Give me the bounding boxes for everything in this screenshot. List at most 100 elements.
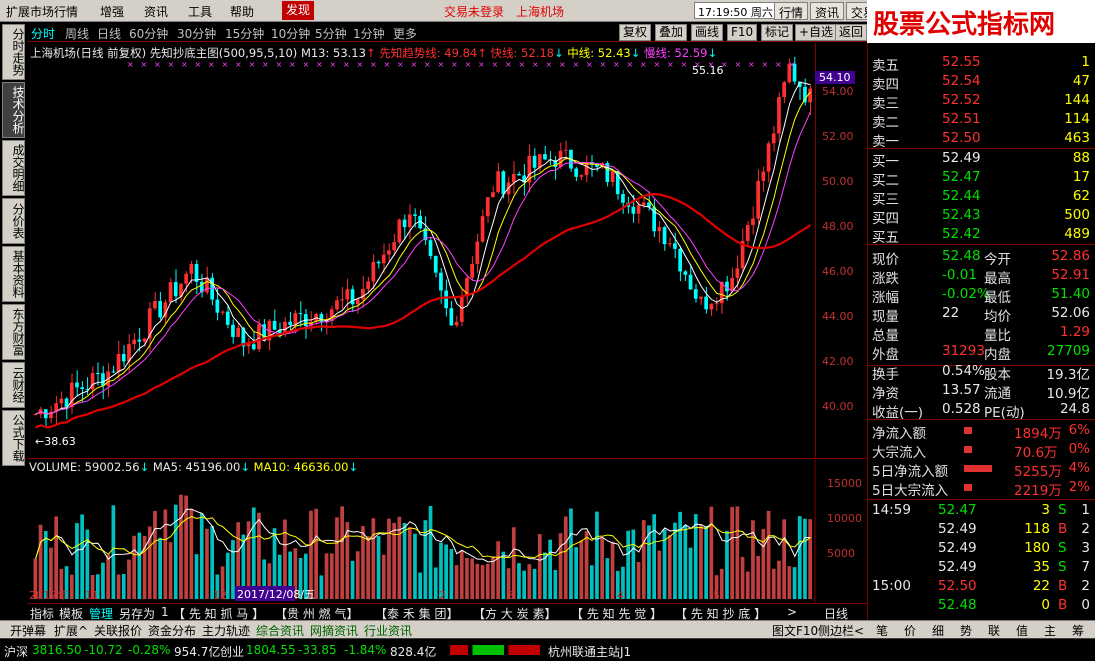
tick-row[interactable]: 52.49 118 B 2 (868, 520, 1095, 539)
candlestick-chart[interactable]: × × × × × × × × × × × × × × × × × × × × × × × × × × × × × × × × × × × × × × × ×… (27, 43, 867, 458)
fund-flow-row[interactable]: 净流入额 1894万 6% (868, 421, 1095, 442)
f10-graphic-button[interactable]: 图文F10 (772, 622, 818, 639)
tab-timeshare[interactable]: 分时走势 (2, 24, 25, 80)
main-track-tab[interactable]: 主力轨迹 (202, 622, 250, 639)
fund-label: 换手 (872, 367, 899, 383)
tab-trend[interactable]: 势 (960, 622, 972, 639)
tab-formula-download[interactable]: 公式下载 (2, 410, 25, 466)
draw-button[interactable]: 画线 (691, 24, 724, 41)
tick-volume: 22 (1032, 578, 1050, 594)
tick-row[interactable]: 52.49 35 S 7 (868, 558, 1095, 577)
candlestick-canvas[interactable]: × × × × × × × × × × × × × × × × × × × × × × × × × × × × × × × × × × × × × × × ×… (27, 43, 815, 458)
tab-trade-details[interactable]: 成交明细 (2, 140, 25, 196)
bid-row[interactable]: 买五 52.42 489 (868, 225, 1095, 246)
ask-row[interactable]: 卖四 52.54 47 (868, 72, 1095, 93)
danmaku-button[interactable]: 开弹幕 (10, 622, 46, 639)
volume-canvas[interactable]: 2017年 11 12 2 3 4 5 2017/12/08/五 (27, 459, 867, 604)
sidebar-toggle[interactable]: 侧边栏< (818, 622, 864, 639)
ask-row[interactable]: 卖五 52.55 1 (868, 53, 1095, 74)
expand-button[interactable]: 扩展^ (54, 622, 88, 639)
bid-row[interactable]: 买四 52.43 500 (868, 206, 1095, 227)
tick-row[interactable]: 15:00 52.50 22 B 2 (868, 577, 1095, 596)
period-15min[interactable]: 15分钟 (225, 25, 264, 42)
period-30min[interactable]: 30分钟 (177, 25, 216, 42)
back-button[interactable]: 返回 (835, 24, 867, 41)
stat-row[interactable]: 现价 52.48 今开 52.86 (868, 247, 1095, 268)
bid-row[interactable]: 买三 52.44 62 (868, 187, 1095, 208)
general-news-tab[interactable]: 综合资讯 (256, 622, 304, 639)
tab-value[interactable]: 值 (1016, 622, 1028, 639)
volume-bar (537, 534, 542, 599)
tab-price[interactable]: 价 (904, 622, 916, 639)
tick-row[interactable]: 52.48 0 B 0 (868, 596, 1095, 615)
tick-row[interactable]: 52.49 180 S 3 (868, 539, 1095, 558)
ask-row[interactable]: 卖二 52.51 114 (868, 110, 1095, 131)
fund-flow-row[interactable]: 大宗流入 70.6万 0% (868, 440, 1095, 461)
bid-row[interactable]: 买一 52.49 88 (868, 149, 1095, 170)
stat-row[interactable]: 涨幅 -0.02% 最低 51.40 (868, 285, 1095, 306)
period-week[interactable]: 周线 (65, 25, 89, 42)
fundamental-row[interactable]: 换手 0.54% 股本 19.3亿 (868, 362, 1095, 383)
period-5min[interactable]: 5分钟 (315, 25, 347, 42)
related-quotes-tab[interactable]: 关联报价 (94, 622, 142, 639)
cy-index-value: 1804.55 (246, 643, 296, 657)
add-favorite-button[interactable]: +自选 (795, 24, 838, 41)
candle-body (355, 299, 360, 305)
menu-enhance[interactable]: 增强 (100, 3, 124, 20)
volume-chart[interactable]: 2017年 11 12 2 3 4 5 2017/12/08/五 VOLUME: 59002.… (27, 458, 867, 604)
adjust-button[interactable]: 复权 (619, 24, 652, 41)
volume-bar (459, 550, 464, 599)
tick-time: 15:00 (872, 578, 911, 594)
bid-row[interactable]: 买二 52.47 17 (868, 168, 1095, 189)
tick-row[interactable]: 14:59 52.47 3 S 1 (868, 501, 1095, 520)
digest-news-tab[interactable]: 网摘资讯 (310, 622, 358, 639)
tab-fundamentals[interactable]: 基本资料 (2, 246, 25, 302)
tick-count: 2 (1081, 578, 1090, 594)
fundamental-row[interactable]: 收益(一) 0.528 PE(动) 24.8 (868, 400, 1095, 421)
period-more[interactable]: 更多 (393, 25, 417, 42)
fund-label: 净资 (872, 386, 899, 402)
menu-discover[interactable]: 发现 (282, 1, 315, 20)
tab-chips[interactable]: 筹 (1072, 622, 1084, 639)
stat-row[interactable]: 涨跌 -0.01 最高 52.91 (868, 266, 1095, 287)
stat-row[interactable]: 外盘 31293 内盘 27709 (868, 342, 1095, 363)
tab-ticks[interactable]: 笔 (876, 622, 888, 639)
stat-row[interactable]: 现量 22 均价 52.06 (868, 304, 1095, 325)
tab-eastmoney[interactable]: 东方财富 (2, 304, 25, 360)
fund-flow-row[interactable]: 5日大宗流入 2219万 2% (868, 478, 1095, 499)
signal-marker: × (181, 60, 188, 69)
tab-linked[interactable]: 联 (988, 622, 1000, 639)
period-1min[interactable]: 1分钟 (353, 25, 385, 42)
quote-button[interactable]: 行情 (774, 2, 809, 20)
ask-row[interactable]: 卖三 52.52 144 (868, 91, 1095, 112)
tab-price-table[interactable]: 分价表 (2, 198, 25, 244)
server-name[interactable]: 杭州联通主站J1 (548, 643, 631, 660)
period-10min[interactable]: 10分钟 (271, 25, 310, 42)
info-button[interactable]: 资讯 (810, 2, 845, 20)
tab-detail[interactable]: 细 (932, 622, 944, 639)
industry-news-tab[interactable]: 行业资讯 (364, 622, 412, 639)
signal-marker: × (519, 60, 526, 69)
menu-help[interactable]: 帮助 (230, 3, 254, 20)
tab-cloud-finance[interactable]: 云财经 (2, 362, 25, 408)
stat-row[interactable]: 总量 量比 1.29 (868, 323, 1095, 344)
ask-row[interactable]: 卖一 52.50 463 (868, 129, 1095, 150)
period-60min[interactable]: 60分钟 (129, 25, 168, 42)
period-timeshare[interactable]: 分时 (31, 25, 55, 42)
signal-marker: × (343, 60, 350, 69)
f10-button[interactable]: F10 (727, 24, 758, 41)
overlay-button[interactable]: 叠加 (655, 24, 688, 41)
period-day[interactable]: 日线 (97, 25, 121, 42)
menu-extended-market[interactable]: 扩展市场行情 (6, 3, 78, 20)
mark-button[interactable]: 标记 (761, 24, 794, 41)
fund-distribution-tab[interactable]: 资金分布 (148, 622, 196, 639)
candle-body (579, 175, 584, 177)
trade-login-notice[interactable]: 交易未登录 (444, 3, 504, 20)
fundamental-row[interactable]: 净资 13.57 流通 10.9亿 (868, 381, 1095, 402)
template-scroll-right[interactable]: > (787, 605, 797, 619)
tab-technical-analysis[interactable]: 技术分析 (2, 82, 25, 138)
menu-tools[interactable]: 工具 (188, 3, 212, 20)
volume-bar (782, 519, 786, 599)
tab-main[interactable]: 主 (1044, 622, 1056, 639)
menu-info[interactable]: 资讯 (144, 3, 168, 20)
